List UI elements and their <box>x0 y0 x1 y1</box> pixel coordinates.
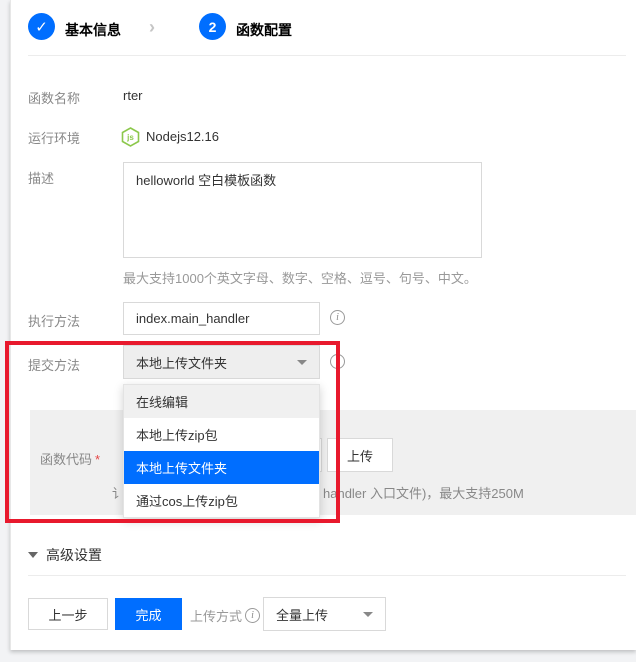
function-config-page: ✓ 基本信息 › 2 函数配置 函数名称 rter 运行环境 js Nodejs… <box>0 0 636 662</box>
dropdown-option-local-zip[interactable]: 本地上传zip包 <box>124 418 319 451</box>
function-name-label: 函数名称 <box>28 88 80 107</box>
step1-label[interactable]: 基本信息 <box>65 20 121 40</box>
triangle-down-icon <box>28 552 38 558</box>
submit-method-select[interactable]: 本地上传文件夹 <box>123 345 320 379</box>
function-code-label: 函数代码* <box>40 449 100 468</box>
upload-mode-value: 全量上传 <box>276 605 328 624</box>
finish-button[interactable]: 完成 <box>115 598 182 630</box>
description-hint: 最大支持1000个英文字母、数字、空格、逗号、句号、中文。 <box>123 268 477 287</box>
dropdown-option-cos-zip[interactable]: 通过cos上传zip包 <box>124 484 319 517</box>
step1-check-circle[interactable]: ✓ <box>28 13 55 40</box>
previous-step-button[interactable]: 上一步 <box>28 598 108 630</box>
submit-method-label: 提交方法 <box>28 355 80 374</box>
description-textarea[interactable]: helloworld 空白模板函数 <box>123 162 482 258</box>
handler-info-icon[interactable]: i <box>330 310 345 325</box>
advanced-settings-toggle[interactable]: 高级设置 <box>28 545 102 565</box>
upload-mode-label: 上传方式 i <box>190 606 260 625</box>
footer-divider <box>28 575 626 576</box>
content-card <box>10 0 636 650</box>
submit-method-info-icon[interactable]: i <box>330 354 345 369</box>
submit-method-dropdown: 在线编辑 本地上传zip包 本地上传文件夹 通过cos上传zip包 <box>123 384 320 518</box>
submit-method-value: 本地上传文件夹 <box>136 353 227 372</box>
description-label: 描述 <box>28 168 54 187</box>
upload-mode-select[interactable]: 全量上传 <box>263 597 386 631</box>
runtime-value: Nodejs12.16 <box>146 129 219 144</box>
advanced-settings-label: 高级设置 <box>46 545 102 565</box>
header-divider <box>28 55 626 56</box>
handler-label: 执行方法 <box>28 311 80 330</box>
function-name-value: rter <box>123 88 143 103</box>
check-icon: ✓ <box>35 18 48 36</box>
step2-number: 2 <box>209 19 217 35</box>
dropdown-option-local-folder[interactable]: 本地上传文件夹 <box>124 451 319 484</box>
runtime-label: 运行环境 <box>28 128 80 147</box>
step-chevron-icon: › <box>149 17 155 38</box>
dropdown-option-online-edit[interactable]: 在线编辑 <box>124 385 319 418</box>
step2-label[interactable]: 函数配置 <box>236 20 292 40</box>
step-indicator: ✓ 基本信息 › 2 函数配置 <box>0 0 636 56</box>
code-tip-right-fragment: handler 入口文件)，最大支持250M <box>323 483 524 502</box>
nodejs-icon: js <box>121 127 140 147</box>
required-asterisk: * <box>95 452 100 467</box>
chevron-down-icon <box>363 612 373 617</box>
upload-mode-info-icon[interactable]: i <box>245 608 260 623</box>
step2-number-circle[interactable]: 2 <box>199 13 226 40</box>
svg-text:js: js <box>126 133 134 142</box>
upload-button[interactable]: 上传 <box>327 438 393 472</box>
chevron-down-icon <box>297 360 307 365</box>
handler-input[interactable]: index.main_handler <box>123 302 320 335</box>
